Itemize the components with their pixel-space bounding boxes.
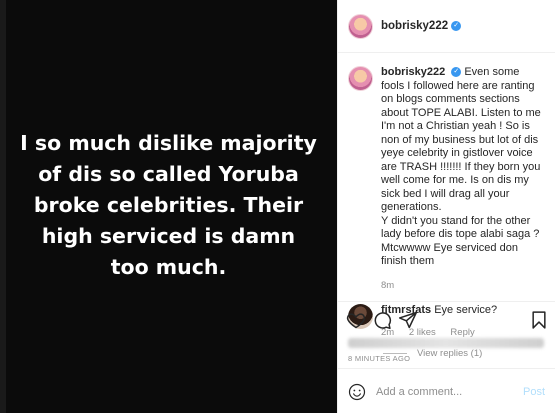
image-edge-artifact — [0, 0, 6, 413]
post-button[interactable]: Post — [523, 386, 545, 398]
action-bar — [338, 301, 555, 338]
caption-avatar[interactable] — [348, 66, 373, 91]
author-avatar[interactable] — [348, 13, 373, 39]
comment-icon[interactable] — [372, 310, 392, 330]
post-header: bobrisky222 ✓ — [338, 0, 555, 53]
image-text: I so much dislike majority of dis so cal… — [20, 131, 317, 279]
heart-icon[interactable] — [346, 310, 366, 330]
caption-author[interactable]: bobrisky222 — [381, 66, 445, 78]
caption-text: Even some fools I followed here are rant… — [381, 66, 541, 267]
post-image[interactable]: I so much dislike majority of dis so cal… — [0, 0, 337, 413]
author-username[interactable]: bobrisky222 — [381, 20, 448, 32]
post-time-ago: 8 MINUTES AGO — [348, 354, 411, 363]
instagram-post: I so much dislike majority of dis so cal… — [0, 0, 555, 413]
caption-body: bobrisky222 ✓ Even some fools I followed… — [381, 66, 545, 292]
view-replies-label: View replies (1) — [417, 348, 483, 359]
likes-count-blurred[interactable] — [348, 338, 544, 348]
caption-time: 8m — [381, 279, 395, 291]
verified-badge-icon: ✓ — [451, 21, 462, 31]
caption-meta: 8m — [381, 279, 545, 293]
bookmark-icon[interactable] — [529, 310, 549, 330]
caption-comment: bobrisky222 ✓ Even some fools I followed… — [338, 60, 555, 292]
post-sidebar: bobrisky222 ✓ bobrisky222 ✓ Even some fo… — [337, 0, 555, 413]
add-comment-bar: Post — [338, 368, 555, 414]
share-icon[interactable] — [398, 310, 418, 330]
smiley-icon[interactable] — [348, 383, 366, 401]
verified-badge-icon: ✓ — [451, 67, 462, 78]
add-comment-input[interactable] — [374, 384, 518, 399]
